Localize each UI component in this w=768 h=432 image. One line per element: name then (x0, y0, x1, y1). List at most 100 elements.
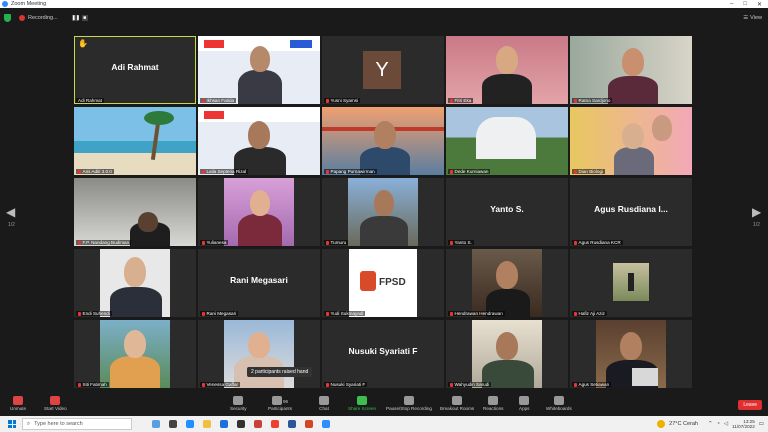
participant-virtual-background (446, 107, 568, 175)
word-icon[interactable] (288, 420, 296, 428)
leave-button[interactable]: Leave (738, 400, 762, 410)
whiteboards-button[interactable]: Whiteboards (546, 396, 572, 411)
muted-mic-icon (326, 311, 329, 316)
participants-icon-row: 96 (271, 396, 288, 406)
security-shield-icon (233, 396, 244, 405)
security-shield-icon[interactable] (4, 14, 11, 22)
volume-icon[interactable]: ◁ (724, 421, 728, 427)
task-view-icon[interactable] (169, 420, 177, 428)
zoom-app-icon[interactable] (322, 420, 330, 428)
pause-recording-icon[interactable]: ❚❚ (71, 15, 80, 21)
participant-tile[interactable]: Agus Rusdiana I... Agus Rusdiana KCR (570, 178, 692, 246)
powerpoint-icon[interactable] (305, 420, 313, 428)
participant-tile[interactable]: Fitri Eka (446, 36, 568, 104)
participant-name: Dede Kurniawan (454, 169, 489, 174)
participants-button[interactable]: 96 Participants (268, 396, 292, 411)
participant-tile[interactable]: Ami Aditi 3.0.0 (74, 107, 196, 175)
participant-tile[interactable]: ✋ Adi Rahmat Adi Rahmat (74, 36, 196, 104)
chat-button[interactable]: Chat (319, 396, 329, 411)
participant-tile[interactable]: F.P. Nandang Budiman (74, 178, 196, 246)
participant-tile[interactable]: Dede Kurniawan (446, 107, 568, 175)
participant-name: Laila Septeria Rizal (206, 169, 247, 174)
participant-virtual-background (322, 107, 444, 175)
network-icon[interactable]: ◔ (717, 421, 720, 427)
participant-tile[interactable]: Ikhsan Fatida (198, 36, 320, 104)
view-button[interactable]: ☰ View (743, 15, 762, 21)
participant-tile[interactable]: Ratna Sardjono (570, 36, 692, 104)
taskbar-search-input[interactable]: ⌕ Type here to search (22, 418, 132, 430)
minimize-icon[interactable]: – (730, 1, 733, 8)
reactions-smiley-icon (488, 396, 499, 405)
participant-video (570, 320, 692, 388)
participant-tile[interactable]: FPSD Yudi Sukmayadi (322, 249, 444, 317)
participant-tile[interactable]: Hafiz Aji Aziz (570, 249, 692, 317)
pause-stop-recording-button[interactable]: Pause/Stop Recording (386, 396, 432, 411)
windows-start-icon[interactable] (8, 420, 16, 428)
chrome-browser-icon[interactable] (271, 420, 279, 428)
participant-tile[interactable]: Venessa Gaffar (198, 320, 320, 388)
muted-mic-icon (78, 311, 81, 316)
reactions-button[interactable]: Reactions (483, 396, 503, 411)
edge-browser-icon[interactable] (186, 420, 194, 428)
participant-avatar: Y (363, 51, 401, 89)
share-screen-button[interactable]: Share Screen (348, 396, 376, 411)
participant-tile[interactable]: Yulianesa (198, 178, 320, 246)
tray-chevron-icon[interactable]: ⌃ (708, 421, 713, 427)
recording-label: Recording... (28, 15, 58, 21)
participant-name: Hendrawan Hendrawan (454, 311, 503, 316)
muted-mic-icon (202, 311, 205, 316)
fpsd-logo-text: FPSD (379, 277, 406, 288)
taskbar-apps (152, 420, 330, 428)
reactions-label: Reactions (483, 406, 504, 411)
participant-tile[interactable]: Siti Fatimah (74, 320, 196, 388)
close-icon[interactable]: ✕ (757, 1, 762, 8)
stop-recording-icon[interactable]: ■ (81, 15, 88, 21)
participant-tile[interactable]: Papang Purnawirman (322, 107, 444, 175)
muted-mic-icon (450, 169, 453, 174)
participant-label: Hendrawan Hendrawan (448, 311, 505, 316)
participant-video (198, 178, 320, 246)
meeting-top-bar: Recording... ❚❚ ■ ☰ View (0, 8, 768, 28)
participant-tile[interactable]: Agus Setiawan (570, 320, 692, 388)
weather-text[interactable]: 27°C Cerah (669, 421, 698, 427)
recording-dot-icon (19, 15, 25, 21)
participant-label: Ratna Sardjono (572, 98, 613, 103)
participant-label: Agus Rusdiana KCR (572, 240, 623, 245)
muted-mic-icon (202, 98, 205, 103)
participant-display-name: Agus Rusdiana I... (594, 204, 668, 214)
previous-page-arrow-icon[interactable]: ◀ (6, 205, 15, 219)
participant-display-name: Adi Rahmat (111, 62, 159, 72)
search-placeholder: Type here to search (34, 421, 83, 427)
apps-button[interactable]: Apps (519, 396, 529, 411)
maximize-icon[interactable]: □ (743, 1, 747, 8)
cortana-icon[interactable] (152, 420, 160, 428)
participant-tile[interactable]: Rani Megasari Rani Megasari (198, 249, 320, 317)
security-button[interactable]: Security (230, 396, 247, 411)
participant-tile[interactable]: Dian Biologi (570, 107, 692, 175)
weather-sun-icon (657, 420, 666, 428)
participant-tile[interactable]: Y Yusni Syamsi (322, 36, 444, 104)
notifications-icon[interactable]: ▭ (759, 421, 764, 427)
participant-tile[interactable]: Nusuki Syariati F Nusuki Syariati F (322, 320, 444, 388)
apps-label: Apps (519, 406, 530, 411)
unmute-button[interactable]: Unmute (10, 396, 26, 411)
participant-tile[interactable]: Endi Suhendi (74, 249, 196, 317)
participant-tile[interactable]: Tumuru (322, 178, 444, 246)
taskbar-clock[interactable]: 13:25 11/07/2022 (732, 419, 755, 429)
participant-label: Wahyudin Sarudi (448, 382, 492, 387)
muted-mic-icon (78, 240, 81, 245)
participant-label: Fitri Eka (448, 98, 474, 103)
next-page-arrow-icon[interactable]: ▶ (752, 205, 761, 219)
file-explorer-icon[interactable] (203, 420, 211, 428)
participant-label: Dede Kurniawan (448, 169, 491, 174)
participant-tile[interactable]: Yanto S. Yanto S. (446, 178, 568, 246)
start-video-button[interactable]: Start Video (44, 396, 67, 411)
pdf-reader-icon[interactable] (254, 420, 262, 428)
dropbox-icon[interactable] (220, 420, 228, 428)
recording-indicator: Recording... (19, 15, 58, 21)
participant-tile[interactable]: Laila Septeria Rizal (198, 107, 320, 175)
participant-tile[interactable]: Wahyudin Sarudi (446, 320, 568, 388)
store-icon[interactable] (237, 420, 245, 428)
participant-tile[interactable]: Hendrawan Hendrawan (446, 249, 568, 317)
breakout-rooms-button[interactable]: Breakout Rooms (440, 396, 474, 411)
